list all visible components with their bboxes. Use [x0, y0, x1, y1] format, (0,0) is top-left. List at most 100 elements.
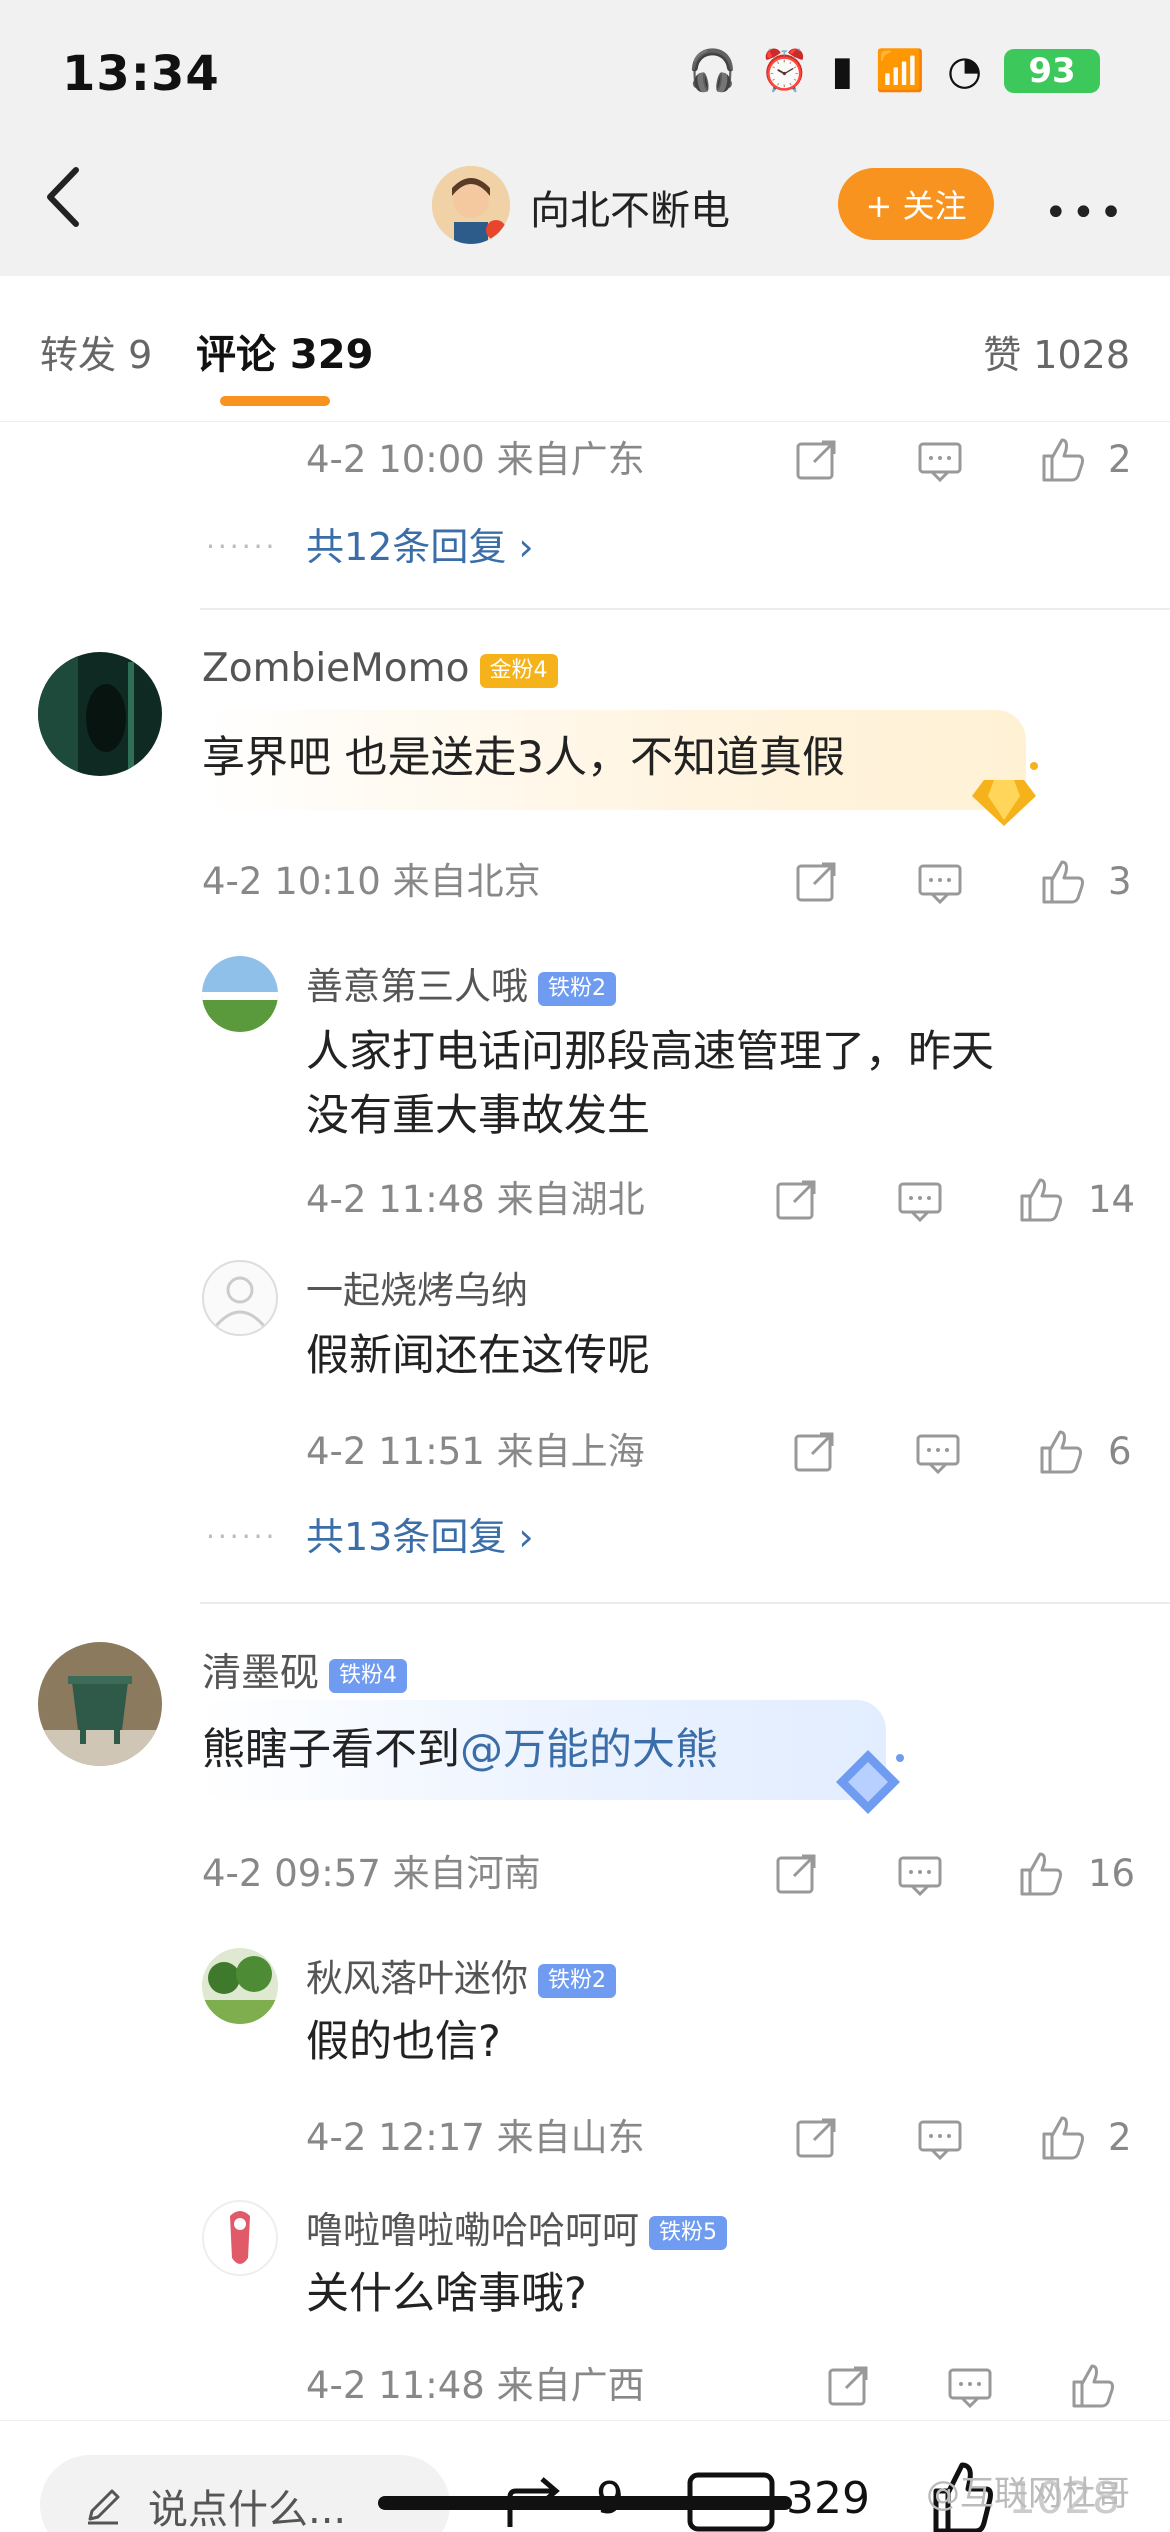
reply-username[interactable]: 噜啦噜啦嘞哈哈呵呵 铁粉5 — [306, 2200, 727, 2254]
watermark: @互联网杜哥 — [926, 2474, 1130, 2514]
vibrate-icon: ▮ — [831, 48, 854, 94]
pencil-icon — [88, 2489, 120, 2525]
reply-username-text[interactable]: 善意第三人哦 — [306, 965, 528, 1008]
reply-username-text[interactable]: 秋风落叶迷你 — [306, 1957, 528, 2000]
share-icon[interactable] — [792, 436, 840, 484]
home-indicator — [378, 2496, 792, 2510]
like-icon[interactable] — [1016, 1850, 1064, 1898]
reply-icon[interactable] — [916, 858, 964, 906]
like-count: 6 — [1108, 1430, 1132, 1473]
like-icon[interactable] — [1068, 2362, 1116, 2410]
like-icon[interactable] — [1038, 2114, 1086, 2162]
dots-separator: ······ — [206, 530, 278, 563]
reply-meta-row: 4-2 11:48 来自湖北 14 — [0, 1170, 1170, 1230]
tab-comment[interactable]: 评论 329 — [196, 322, 373, 380]
gold-gem-icon — [972, 762, 1038, 826]
like-count: 3 — [1108, 860, 1132, 903]
mention-link[interactable]: @万能的大熊 — [460, 1725, 718, 1775]
view-replies-link[interactable]: 共13条回复 › — [306, 1506, 534, 1561]
avatar-image-icon — [38, 652, 162, 776]
reply-username[interactable]: 秋风落叶迷你 铁粉2 — [306, 1948, 616, 2002]
comment-text-plain: 熊瞎子看不到 — [202, 1725, 460, 1775]
comment-username[interactable]: ZombieMomo 金粉4 — [202, 646, 558, 691]
reply-icon[interactable] — [914, 1428, 962, 1476]
like-icon[interactable] — [1036, 1428, 1084, 1476]
reply-icon[interactable] — [916, 2114, 964, 2162]
signal-icon: 📶 — [875, 48, 926, 94]
share-icon[interactable] — [772, 1176, 820, 1224]
comment-meta-row: 4-2 10:00 来自广东 2 — [0, 430, 1170, 490]
wifi-icon: ◔ — [947, 48, 982, 94]
status-time: 13:34 — [62, 46, 220, 102]
follow-button[interactable]: + 关注 — [838, 168, 994, 240]
fan-badge: 金粉4 — [479, 653, 558, 688]
share-icon[interactable] — [792, 858, 840, 906]
comment-meta: 4-2 10:10 来自北京 — [202, 860, 541, 903]
reply-avatar[interactable] — [202, 2200, 278, 2276]
fan-badge: 铁粉2 — [538, 1963, 616, 1998]
avatar-red-figure-icon — [230, 2211, 250, 2264]
share-icon[interactable] — [772, 1850, 820, 1898]
reply-text-line1: 人家打电话问那段高速管理了，昨天 — [306, 1027, 994, 1077]
comment-username-text[interactable]: ZombieMomo — [202, 646, 470, 691]
tab-like[interactable]: 赞 1028 — [983, 324, 1130, 379]
back-arrow-icon[interactable] — [40, 162, 88, 232]
avatar-landscape-icon — [202, 956, 278, 1032]
alarm-icon: ⏰ — [759, 48, 810, 94]
comment-meta-row: 4-2 10:10 来自北京 3 — [0, 852, 1170, 912]
reply-avatar[interactable] — [202, 956, 278, 1032]
active-tab-indicator — [220, 396, 330, 406]
share-icon[interactable] — [792, 2114, 840, 2162]
share-icon[interactable] — [824, 2362, 872, 2410]
like-icon[interactable] — [1038, 858, 1086, 906]
reply-meta: 4-2 11:48 来自广西 — [306, 2364, 645, 2407]
share-icon[interactable] — [790, 1428, 838, 1476]
reply-meta-row: 4-2 12:17 来自山东 2 — [0, 2108, 1170, 2168]
comment-text: 熊瞎子看不到@万能的大熊 — [202, 1718, 718, 1782]
blue-diamond-icon — [836, 1750, 904, 1814]
reply-avatar[interactable] — [202, 1260, 278, 1336]
reply-meta-row: 4-2 11:51 来自上海 6 — [0, 1422, 1170, 1482]
comment-meta: 4-2 10:00 来自广东 — [306, 438, 645, 481]
headphones-icon: 🎧 — [687, 48, 738, 94]
comment-input-placeholder: 说点什么... — [148, 2487, 347, 2532]
reply-avatar[interactable] — [202, 1948, 278, 2024]
reply-icon[interactable] — [946, 2362, 994, 2410]
author-avatar[interactable] — [432, 166, 510, 244]
reply-text: 假的也信? — [306, 2017, 501, 2067]
battery-indicator: 93 — [1004, 49, 1100, 93]
reply-username[interactable]: 善意第三人哦 铁粉2 — [306, 956, 616, 1010]
comment-meta: 4-2 09:57 来自河南 — [202, 1852, 541, 1895]
author-name[interactable]: 向北不断电 — [530, 178, 730, 236]
tab-row: 转发 9 评论 329 赞 1028 — [0, 276, 1170, 422]
user-avatar[interactable] — [38, 1642, 162, 1766]
more-options-icon[interactable]: ••• — [1044, 190, 1127, 236]
top-bar: 13:34 🎧 ⏰ ▮ 📶 ◔ 93 向北不断电 + 关注 ••• — [0, 0, 1170, 276]
user-avatar[interactable] — [38, 652, 162, 776]
dots-separator: ······ — [206, 1520, 278, 1553]
like-icon[interactable] — [1038, 436, 1086, 484]
reply-icon[interactable] — [896, 1850, 944, 1898]
comment-count: 329 — [786, 2473, 870, 2524]
tab-repost[interactable]: 转发 9 — [40, 324, 152, 379]
default-avatar-icon — [214, 1276, 266, 1327]
reply-username[interactable]: 一起烧烤乌纳 — [306, 1260, 528, 1314]
reply-username-text[interactable]: 噜啦噜啦嘞哈哈呵呵 — [306, 2209, 639, 2252]
comment-username[interactable]: 清墨砚 铁粉4 — [202, 1642, 408, 1698]
reply-meta: 4-2 12:17 来自山东 — [306, 2116, 645, 2159]
comment-input[interactable]: 说点什么... — [40, 2455, 450, 2532]
reply-meta: 4-2 11:51 来自上海 — [306, 1430, 645, 1473]
comment-divider — [200, 608, 1170, 610]
comment-meta-row: 4-2 09:57 来自河南 16 — [0, 1844, 1170, 1904]
fan-badge: 铁粉4 — [329, 1658, 408, 1693]
reply-icon[interactable] — [916, 436, 964, 484]
comment-text: 享界吧 也是送走3人，不知道真假 — [202, 733, 846, 783]
like-count: 2 — [1108, 2116, 1132, 2159]
like-count: 16 — [1088, 1852, 1136, 1895]
reply-icon[interactable] — [896, 1176, 944, 1224]
reply-text-line2: 没有重大事故发生 — [306, 1091, 650, 1141]
like-icon[interactable] — [1016, 1176, 1064, 1224]
view-replies-link[interactable]: 共12条回复 › — [306, 516, 534, 571]
avatar-bronze-vessel-icon — [38, 1642, 162, 1766]
comment-username-text[interactable]: 清墨砚 — [202, 1651, 319, 1696]
